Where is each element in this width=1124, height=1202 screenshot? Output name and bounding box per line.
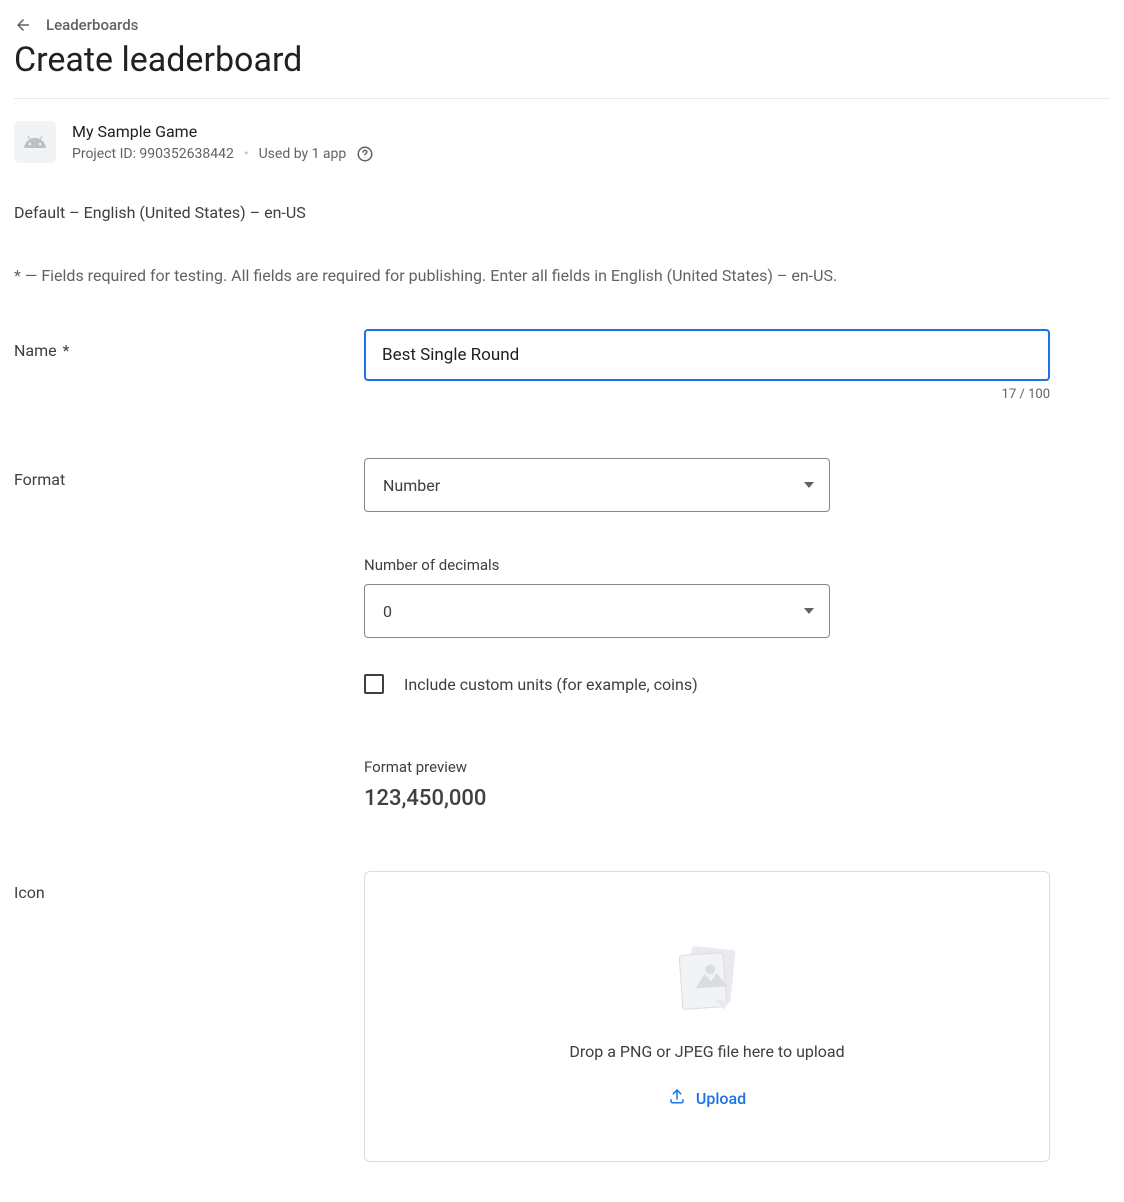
project-name: My Sample Game	[72, 122, 374, 141]
locale-text: Default – English (United States) – en-U…	[14, 203, 1110, 222]
format-preview-label: Format preview	[364, 758, 1050, 776]
back-arrow-icon[interactable]	[14, 16, 32, 34]
separator-dot: •	[244, 146, 249, 162]
dropzone-text: Drop a PNG or JPEG file here to upload	[569, 1042, 844, 1061]
chevron-down-icon	[804, 608, 814, 614]
format-select[interactable]: Number	[364, 458, 830, 512]
project-header: My Sample Game Project ID: 990352638442 …	[14, 121, 1110, 163]
icon-dropzone[interactable]: Drop a PNG or JPEG file here to upload U…	[364, 871, 1050, 1162]
project-usage: Used by 1 app	[259, 146, 347, 162]
format-label: Format	[14, 458, 364, 489]
help-icon[interactable]	[356, 145, 374, 163]
divider	[14, 98, 1110, 99]
name-char-count: 17 / 100	[364, 387, 1050, 402]
name-input[interactable]	[364, 329, 1050, 381]
upload-icon	[668, 1087, 686, 1109]
name-label: Name*	[14, 329, 364, 360]
decimals-label: Number of decimals	[364, 556, 1050, 574]
upload-button[interactable]: Upload	[668, 1087, 746, 1109]
required-hint: * — Fields required for testing. All fie…	[14, 266, 1110, 285]
chevron-down-icon	[804, 482, 814, 488]
custom-units-label: Include custom units (for example, coins…	[404, 675, 698, 694]
breadcrumb-parent[interactable]: Leaderboards	[46, 16, 138, 34]
custom-units-checkbox[interactable]	[364, 674, 384, 694]
decimals-selected-value: 0	[383, 602, 392, 621]
page-title: Create leaderboard	[14, 40, 1110, 80]
project-id: Project ID: 990352638442	[72, 146, 234, 162]
upload-label: Upload	[696, 1089, 746, 1108]
android-icon	[14, 121, 56, 163]
format-selected-value: Number	[383, 476, 440, 495]
file-stack-icon	[667, 944, 747, 1016]
decimals-select[interactable]: 0	[364, 584, 830, 638]
icon-label: Icon	[14, 871, 364, 902]
format-preview-value: 123,450,000	[364, 786, 1050, 811]
